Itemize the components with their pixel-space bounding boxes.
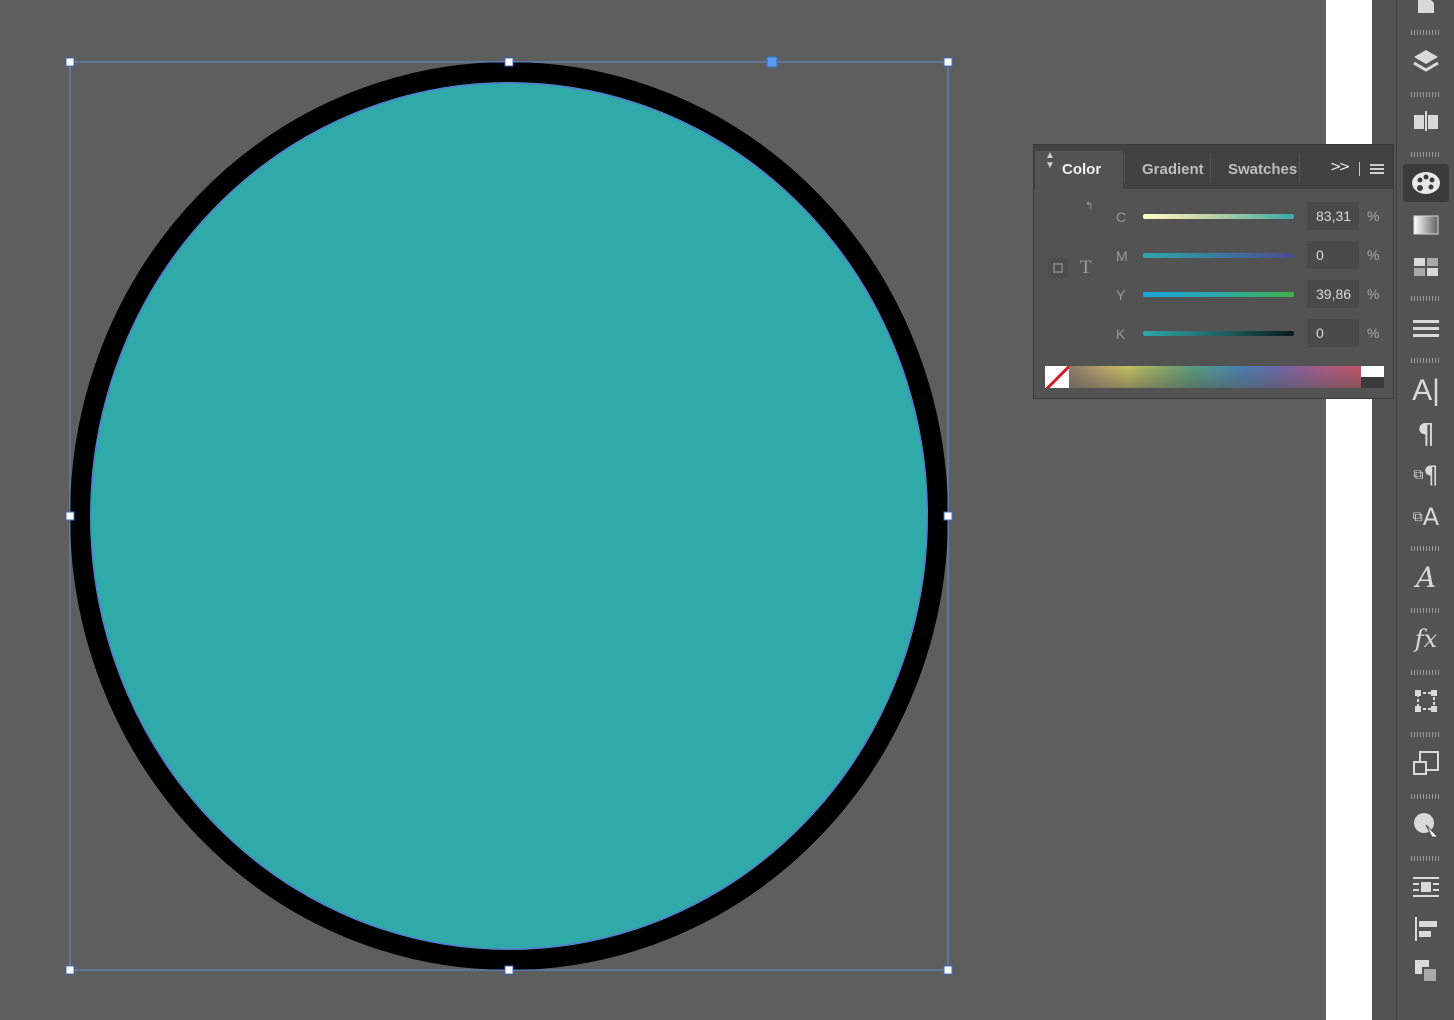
dock-grip[interactable] (1411, 30, 1441, 35)
panel-menu-icon[interactable] (1370, 164, 1384, 174)
black-value-field[interactable]: 0 (1307, 319, 1359, 347)
tab-swatches[interactable]: Swatches (1228, 151, 1297, 189)
effects-icon[interactable]: fx (1403, 620, 1449, 658)
transform-icon[interactable] (1403, 682, 1449, 720)
glyphs-icon[interactable]: A (1403, 558, 1449, 596)
panel-dock: A | ¶ ⧉ ¶ ⧉ A A fx (1396, 0, 1454, 1020)
dock-grip[interactable] (1411, 732, 1441, 737)
unit-label: % (1367, 286, 1380, 302)
handle-bottom-left (65, 965, 75, 975)
dock-grip[interactable] (1411, 152, 1441, 157)
dock-grip[interactable] (1411, 794, 1441, 799)
channel-label: K (1116, 326, 1126, 342)
dock-grip[interactable] (1411, 296, 1441, 301)
dock-grip[interactable] (1411, 546, 1441, 551)
dock-grip[interactable] (1411, 608, 1441, 613)
pages-icon[interactable] (1403, 0, 1449, 24)
tab-divider (1299, 153, 1300, 183)
character-styles-icon[interactable]: ⧉ A (1403, 498, 1449, 536)
none-swatch-icon[interactable] (1045, 366, 1069, 388)
tab-color-label: Color (1062, 161, 1102, 178)
handle-bottom-right (943, 965, 953, 975)
content-grabber-handle[interactable] (766, 56, 778, 68)
unit-label: % (1367, 247, 1380, 263)
unit-label: % (1367, 208, 1380, 224)
dock-grip[interactable] (1411, 92, 1441, 97)
paragraph-styles-icon[interactable]: ⧉ ¶ (1403, 456, 1449, 494)
object-styles-icon[interactable] (1403, 952, 1449, 990)
color-picker-icon[interactable] (1403, 806, 1449, 844)
stroke-icon[interactable] (1403, 310, 1449, 348)
handle-middle-right (943, 511, 953, 521)
cyan-value-field[interactable]: 83,31 (1307, 202, 1359, 230)
overflow-tabs-button[interactable]: >> (1330, 159, 1351, 175)
gradient-icon[interactable] (1403, 206, 1449, 244)
collapse-updown-icon[interactable]: ▲ ▼ (1045, 151, 1055, 171)
handle-top-left (65, 57, 75, 67)
links-icon[interactable] (1403, 102, 1449, 140)
pathfinder-icon[interactable] (1403, 744, 1449, 782)
color-spectrum-ramp[interactable] (1045, 366, 1384, 388)
panel-tab-bar: ▲ ▼ Color Gradient Swatches >> (1034, 145, 1393, 189)
tab-gradient[interactable]: Gradient (1142, 151, 1204, 189)
tab-divider (1210, 153, 1211, 183)
handle-top-center (504, 57, 514, 67)
handle-middle-left (65, 511, 75, 521)
layers-icon[interactable] (1403, 42, 1449, 80)
channel-label: Y (1116, 287, 1126, 303)
tab-divider (1124, 153, 1125, 183)
black-swatch[interactable] (1361, 377, 1384, 388)
paragraph-icon[interactable]: ¶ (1403, 414, 1449, 452)
tab-color[interactable]: ▲ ▼ Color (1035, 151, 1123, 189)
text-wrap-icon[interactable] (1403, 868, 1449, 906)
color-icon[interactable] (1403, 164, 1449, 202)
spectrum-gradient[interactable] (1069, 366, 1361, 388)
channel-label: C (1116, 209, 1127, 225)
color-panel[interactable]: ▲ ▼ Color Gradient Swatches >> ↰ T C 83,3… (1033, 144, 1394, 399)
circle-shape[interactable] (70, 62, 948, 970)
character-icon[interactable]: A | (1403, 372, 1449, 410)
channel-row-magenta: M 0 % (1034, 241, 1393, 273)
panel-header-divider (1359, 162, 1360, 176)
unit-label: % (1367, 325, 1380, 341)
channel-label: M (1116, 248, 1128, 264)
align-icon[interactable] (1403, 910, 1449, 948)
magenta-value-field[interactable]: 0 (1307, 241, 1359, 269)
dock-grip[interactable] (1411, 358, 1441, 363)
swatches-icon[interactable] (1403, 248, 1449, 286)
dock-grip[interactable] (1411, 670, 1441, 675)
black-slider[interactable] (1143, 331, 1294, 336)
handle-bottom-center (504, 965, 514, 975)
cyan-slider[interactable] (1143, 214, 1294, 219)
yellow-slider[interactable] (1143, 292, 1294, 297)
channel-row-yellow: Y 39,86 % (1034, 280, 1393, 312)
dock-grip[interactable] (1411, 856, 1441, 861)
channel-row-black: K 0 % (1034, 319, 1393, 351)
channel-row-cyan: C 83,31 % (1034, 202, 1393, 234)
handle-top-right (943, 57, 953, 67)
yellow-value-field[interactable]: 39,86 (1307, 280, 1359, 308)
white-swatch[interactable] (1361, 366, 1384, 377)
magenta-slider[interactable] (1143, 253, 1294, 258)
